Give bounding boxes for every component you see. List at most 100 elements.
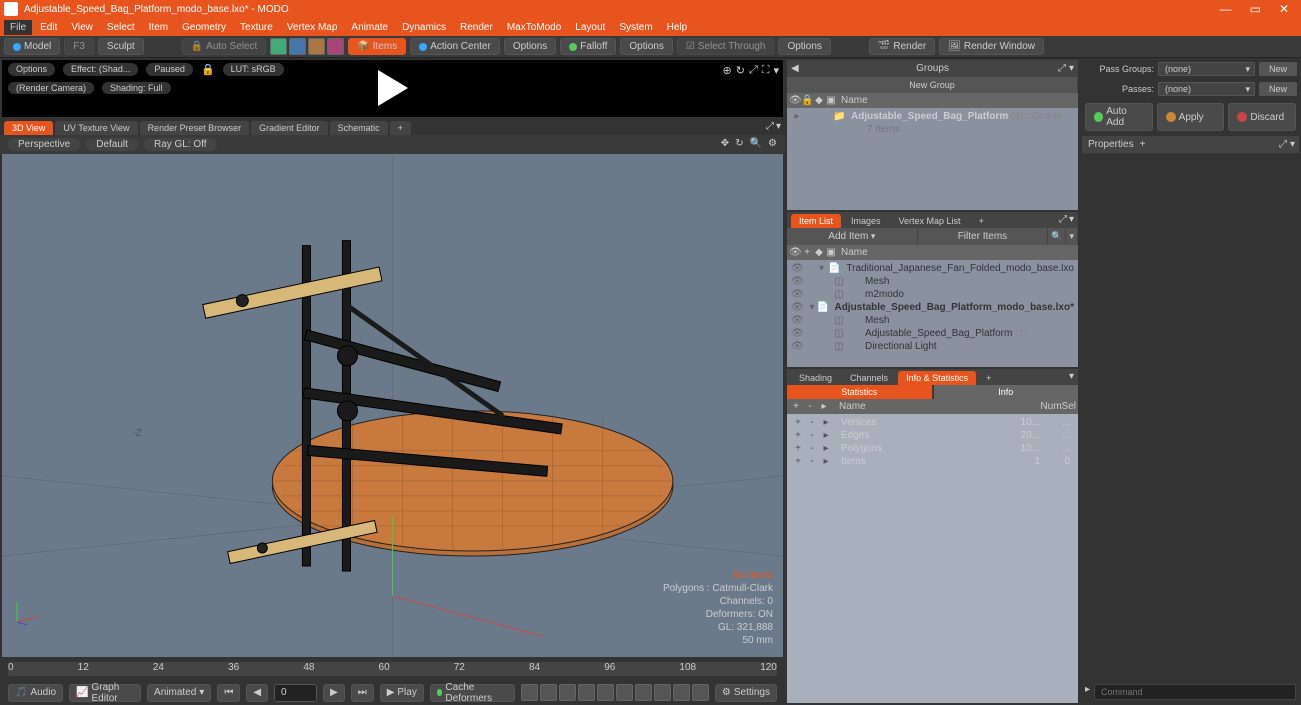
new-passgroup-button[interactable]: New (1259, 62, 1297, 76)
anim-icon-2[interactable] (540, 684, 557, 701)
edge-mode-icon[interactable] (289, 38, 306, 55)
menu-file[interactable]: File (4, 20, 32, 35)
menu-render[interactable]: Render (454, 20, 499, 35)
last-frame-button[interactable]: ⏭ (351, 684, 374, 702)
settings-button[interactable]: ⚙Settings (715, 684, 777, 702)
timeline[interactable]: 01224 364860 728496 108120 (0, 657, 785, 680)
group-subitem[interactable]: 7 Items (789, 123, 1076, 136)
anim-icon-3[interactable] (559, 684, 576, 701)
model-button[interactable]: Model (4, 38, 60, 55)
menu-select[interactable]: Select (101, 20, 141, 35)
close-button[interactable]: ✕ (1279, 2, 1289, 16)
render-button[interactable]: 🎬Render (869, 38, 935, 55)
panel-expand-icon[interactable]: ⤢ (1059, 214, 1067, 228)
tab-add-item[interactable]: + (971, 214, 992, 228)
info-tab[interactable]: Info (934, 385, 1079, 399)
tab-schematic[interactable]: Schematic (330, 121, 388, 135)
command-input[interactable] (1094, 684, 1296, 700)
tab-vertexmaplist[interactable]: Vertex Map List (891, 214, 969, 228)
preview-paused[interactable]: Paused (146, 63, 193, 76)
passes-dropdown[interactable]: (none) (1158, 82, 1255, 96)
tab-infostats[interactable]: Info & Statistics (898, 371, 976, 385)
f3-button[interactable]: F3 (64, 38, 94, 55)
stat-row[interactable]: +-▸Polygons10...... (789, 442, 1076, 455)
menu-texture[interactable]: Texture (234, 20, 279, 35)
maximize-button[interactable]: ▭ (1250, 2, 1261, 16)
cache-deformers-button[interactable]: Cache Deformers (430, 684, 515, 702)
menu-animate[interactable]: Animate (345, 20, 394, 35)
tab-3dview[interactable]: 3D View (4, 121, 53, 135)
options-button-3[interactable]: Options (778, 38, 830, 55)
tab-shading[interactable]: Shading (791, 371, 840, 385)
item-row[interactable]: 👁◫Directional Light (789, 340, 1076, 353)
anim-icon-5[interactable] (597, 684, 614, 701)
tab-gradient[interactable]: Gradient Editor (251, 121, 328, 135)
passgroups-dropdown[interactable]: (none) (1158, 62, 1255, 76)
perspective-dropdown[interactable]: Perspective (8, 138, 80, 151)
item-row[interactable]: 👁◫Mesh (789, 314, 1076, 327)
selectthrough-button[interactable]: ☑Select Through (677, 38, 775, 55)
new-pass-button[interactable]: New (1259, 82, 1297, 96)
item-row[interactable]: 👁▾📄Adjustable_Speed_Bag_Platform_modo_ba… (789, 301, 1076, 314)
stat-row[interactable]: +-▸Vertices10...... (789, 416, 1076, 429)
first-frame-button[interactable]: ⏮ (217, 684, 240, 702)
options-button-1[interactable]: Options (504, 38, 556, 55)
vp-rotate-icon[interactable]: ↻ (735, 138, 743, 151)
default-dropdown[interactable]: Default (86, 138, 138, 151)
panel-menu-icon[interactable]: ▾ (1069, 214, 1074, 228)
preview-zoom-icon[interactable]: ⊕ (723, 64, 732, 77)
tab-itemlist[interactable]: Item List (791, 214, 841, 228)
anim-icon-4[interactable] (578, 684, 595, 701)
animated-dropdown[interactable]: Animated▾ (147, 684, 211, 702)
preview-expand-icon[interactable]: ⤢ (749, 64, 758, 77)
audio-button[interactable]: 🎵Audio (8, 684, 63, 702)
tab-add-info[interactable]: + (978, 371, 999, 385)
stat-row[interactable]: +-▸Items10 (789, 455, 1076, 468)
vertex-mode-icon[interactable] (270, 38, 287, 55)
cmd-history-icon[interactable]: ▸ (1085, 684, 1090, 700)
anim-icon-8[interactable] (654, 684, 671, 701)
apply-button[interactable]: Apply (1157, 103, 1225, 131)
preview-camera[interactable]: (Render Camera) (8, 82, 94, 94)
frame-input[interactable]: 0 (274, 684, 317, 702)
minimize-button[interactable]: — (1220, 2, 1232, 16)
menu-edit[interactable]: Edit (34, 20, 63, 35)
panel-expand-icon[interactable]: ⤢ (1279, 139, 1287, 150)
new-group-button[interactable]: New Group (787, 77, 1078, 93)
tab-add[interactable]: + (390, 121, 411, 135)
grapheditor-button[interactable]: 📈Graph Editor (69, 684, 141, 702)
menu-view[interactable]: View (65, 20, 99, 35)
menu-dynamics[interactable]: Dynamics (396, 20, 452, 35)
tab-channels[interactable]: Channels (842, 371, 896, 385)
item-row[interactable]: 👁◫Adjustable_Speed_Bag_Platform (2) (789, 327, 1076, 340)
tab-renderpreset[interactable]: Render Preset Browser (140, 121, 250, 135)
panel-menu-icon[interactable]: ▾ (1290, 139, 1295, 150)
discard-button[interactable]: Discard (1228, 103, 1296, 131)
stats-tab[interactable]: Statistics (787, 385, 932, 399)
preview-menu-icon[interactable]: ▾ (773, 64, 779, 77)
options-button-2[interactable]: Options (620, 38, 672, 55)
items-button[interactable]: 📦Items (348, 38, 406, 55)
panel-menu-icon[interactable]: ▾ (1069, 371, 1074, 385)
polygon-mode-icon[interactable] (308, 38, 325, 55)
preview-shading[interactable]: Shading: Full (102, 82, 171, 94)
anim-icon-1[interactable] (521, 684, 538, 701)
preview-refresh-icon[interactable]: ↻ (736, 64, 745, 77)
next-frame-button[interactable]: ▶ (323, 684, 345, 702)
lock-icon[interactable]: 🔒 (201, 63, 215, 76)
actioncenter-button[interactable]: Action Center (410, 38, 500, 55)
item-row[interactable]: 👁▾📄Traditional_Japanese_Fan_Folded_modo_… (789, 262, 1076, 275)
menu-vertexmap[interactable]: Vertex Map (281, 20, 344, 35)
vp-zoom-icon[interactable]: 🔍 (750, 138, 762, 151)
play-button[interactable]: ▶Play (380, 684, 424, 702)
select-mode-icons[interactable] (270, 38, 344, 55)
raygl-dropdown[interactable]: Ray GL: Off (144, 138, 217, 151)
filter-items-button[interactable]: Filter Items (918, 228, 1049, 245)
item-search-icon[interactable]: 🔍 (1048, 228, 1066, 245)
anim-icon-6[interactable] (616, 684, 633, 701)
anim-icon-7[interactable] (635, 684, 652, 701)
tab-images[interactable]: Images (843, 214, 889, 228)
preview-options[interactable]: Options (8, 63, 55, 76)
play-icon[interactable] (378, 70, 408, 106)
anim-icon-10[interactable] (692, 684, 709, 701)
